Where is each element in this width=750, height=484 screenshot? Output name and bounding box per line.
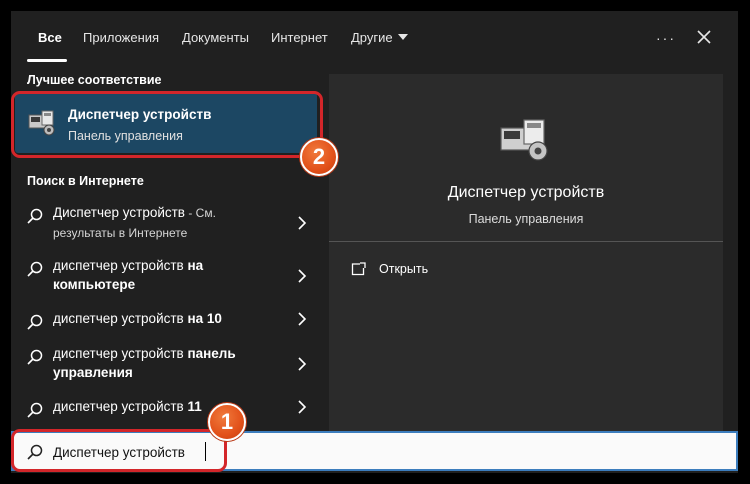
text-cursor bbox=[205, 442, 206, 461]
best-match-subtitle: Панель управления bbox=[68, 129, 183, 143]
search-icon bbox=[27, 314, 43, 330]
web-result-item[interactable]: Диспетчер устройств - См. результаты в И… bbox=[15, 203, 317, 243]
tab-more[interactable]: Другие bbox=[351, 30, 408, 45]
web-result-main: диспетчер устройств bbox=[53, 258, 184, 273]
step-marker-1: 1 bbox=[208, 403, 246, 441]
preview-pane: Диспетчер устройств Панель управления От… bbox=[329, 74, 723, 431]
tab-bar: Все Приложения Документы Интернет Другие… bbox=[11, 11, 738, 66]
tab-documents[interactable]: Документы bbox=[182, 30, 249, 45]
device-manager-icon bbox=[500, 119, 548, 161]
device-manager-icon bbox=[28, 110, 55, 136]
open-label: Открыть bbox=[379, 262, 429, 276]
web-result-text: диспетчер устройств панель управления bbox=[53, 344, 283, 382]
search-window: Все Приложения Документы Интернет Другие… bbox=[11, 11, 738, 473]
best-match-heading: Лучшее соответствие bbox=[27, 73, 162, 87]
web-result-bold: 11 bbox=[183, 399, 202, 414]
best-match-item[interactable]: Диспетчер устройств Панель управления bbox=[15, 93, 317, 153]
web-result-item[interactable]: диспетчер устройств на компьютере bbox=[15, 256, 317, 296]
search-input[interactable] bbox=[53, 441, 653, 463]
web-result-main: Диспетчер устройств bbox=[53, 205, 185, 220]
search-icon bbox=[27, 349, 43, 365]
web-result-bold: на bbox=[183, 258, 204, 273]
web-result-bold: панель bbox=[183, 346, 236, 361]
tab-more-label: Другие bbox=[351, 30, 393, 45]
chevron-right-icon bbox=[298, 400, 307, 414]
web-result-line2: управления bbox=[53, 365, 133, 380]
search-box[interactable] bbox=[11, 431, 738, 471]
web-result-line2: результаты в Интернете bbox=[53, 226, 188, 240]
close-icon[interactable] bbox=[695, 28, 713, 46]
chevron-right-icon bbox=[298, 216, 307, 230]
divider bbox=[329, 241, 723, 242]
search-icon bbox=[27, 208, 43, 224]
web-result-text: Диспетчер устройств - См. результаты в И… bbox=[53, 203, 283, 243]
web-search-heading: Поиск в Интернете bbox=[27, 174, 144, 188]
web-result-item[interactable]: диспетчер устройств 11 bbox=[15, 397, 317, 419]
web-result-bold: на 10 bbox=[183, 311, 222, 326]
web-result-item[interactable]: диспетчер устройств панель управления bbox=[15, 344, 317, 384]
search-icon bbox=[27, 261, 43, 277]
web-result-line2: компьютере bbox=[53, 277, 136, 292]
web-result-text: диспетчер устройств на компьютере bbox=[53, 256, 283, 294]
web-result-main: диспетчер устройств bbox=[53, 311, 184, 326]
results-pane: Лучшее соответствие Диспетчер устройств … bbox=[11, 66, 319, 431]
best-match-title: Диспетчер устройств bbox=[68, 107, 212, 122]
chevron-down-icon bbox=[397, 34, 408, 40]
open-icon bbox=[351, 262, 366, 276]
step-marker-2: 2 bbox=[300, 138, 338, 176]
chevron-right-icon bbox=[298, 357, 307, 371]
web-result-suffix: - См. bbox=[184, 206, 216, 220]
preview-subtitle: Панель управления bbox=[468, 212, 584, 226]
more-options-icon[interactable]: ··· bbox=[656, 30, 676, 46]
web-result-main: диспетчер устройств bbox=[53, 399, 184, 414]
search-icon bbox=[27, 402, 43, 418]
search-icon bbox=[27, 444, 43, 460]
chevron-right-icon bbox=[298, 269, 307, 283]
chevron-right-icon bbox=[298, 312, 307, 326]
tab-all[interactable]: Все bbox=[38, 30, 62, 45]
web-result-main: диспетчер устройств bbox=[53, 346, 184, 361]
web-result-text: диспетчер устройств 11 bbox=[53, 397, 283, 416]
tab-apps[interactable]: Приложения bbox=[83, 30, 159, 45]
web-result-text: диспетчер устройств на 10 bbox=[53, 309, 283, 328]
web-result-item[interactable]: диспетчер устройств на 10 bbox=[15, 309, 317, 331]
tab-internet[interactable]: Интернет bbox=[271, 30, 328, 45]
active-tab-indicator bbox=[27, 59, 67, 62]
preview-title: Диспетчер устройств bbox=[447, 184, 605, 201]
